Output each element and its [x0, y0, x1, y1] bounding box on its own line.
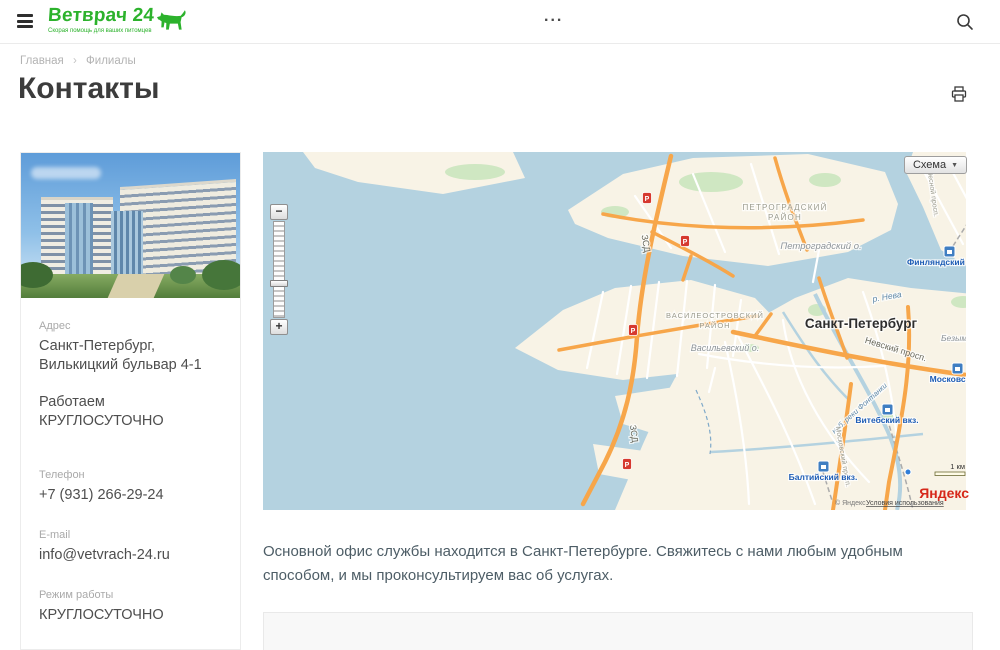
map-label-district2: ВАСИЛЕОСТРОВСКИЙ	[666, 311, 764, 320]
breadcrumb-separator: ›	[73, 55, 77, 67]
map-label-district1: ПЕТРОГРАДСКИЙ	[742, 203, 827, 212]
phone-value: +7 (931) 266-29-24	[39, 486, 222, 505]
breadcrumb: Главная › Филиалы	[20, 55, 136, 67]
header-more[interactable]: ...	[544, 8, 563, 26]
search-icon[interactable]	[956, 13, 974, 31]
dog-icon	[157, 9, 187, 33]
svg-text:Р: Р	[631, 328, 636, 335]
photo-building-mid	[111, 211, 143, 281]
svg-text:Р: Р	[625, 462, 630, 469]
phone-label: Телефон	[39, 469, 222, 481]
map-label-island2: Васильевский о.	[691, 343, 760, 353]
caret-down-icon: ▼	[951, 162, 958, 169]
address-line1: Санкт-Петербург,	[39, 337, 222, 356]
photo-tree	[202, 260, 240, 290]
map-label-island1: Петроградский о.	[780, 241, 861, 252]
svg-text:1 км: 1 км	[950, 462, 965, 471]
svg-text:© Яндекс: © Яндекс	[835, 499, 866, 507]
terms-link[interactable]: Условия использования	[866, 500, 944, 507]
zoom-out-button[interactable]: −	[270, 204, 288, 220]
schedule-label: Режим работы	[39, 589, 222, 601]
map-layer-button[interactable]: Схема ▼	[904, 156, 967, 174]
map-label-city: Санкт-Петербург	[805, 316, 918, 331]
map-station-baltiysky: Балтийский вкз.	[789, 472, 858, 482]
photo-building-glass	[65, 203, 93, 279]
email-value: info@vetvrach-24.ru	[39, 546, 222, 565]
logo-title: Ветврач 24	[47, 5, 155, 27]
logo[interactable]: Ветврач 24 Скорая помощь для ваших питом…	[48, 5, 187, 34]
page-title: Контакты	[18, 72, 159, 106]
yandex-map[interactable]: ПЕТРОГРАДСКИЙ РАЙОН Петроградский о. ВАС…	[263, 152, 973, 510]
map-label-district2b: РАЙОН	[699, 321, 730, 330]
map-edge-strip	[966, 152, 973, 510]
contacts-page: Ветврач 24 Скорая помощь для ваших питом…	[0, 0, 1000, 650]
worktime-line1: Работаем	[39, 393, 222, 412]
map-zoom-control: − +	[270, 204, 288, 335]
breadcrumb-current[interactable]: Филиалы	[86, 55, 136, 67]
zoom-slider[interactable]	[273, 221, 285, 318]
map-label-district1b: РАЙОН	[768, 213, 802, 222]
yandex-logo: Яндекс	[919, 485, 969, 501]
map-station-finlyandsky: Финляндский вкз.	[907, 257, 973, 267]
schedule-value: КРУГЛОСУТОЧНО	[39, 606, 222, 625]
photo-cloud	[31, 167, 101, 179]
map-canvas: ПЕТРОГРАДСКИЙ РАЙОН Петроградский о. ВАС…	[263, 152, 973, 510]
address-line2: Вилькицкий бульвар 4-1	[39, 356, 222, 375]
map-station-vitebsky: Витебский вкз.	[855, 415, 918, 425]
zoom-in-button[interactable]: +	[270, 319, 288, 335]
logo-tagline: Скорая помощь для ваших питомцев	[48, 28, 154, 34]
breadcrumb-home-link[interactable]: Главная	[20, 55, 64, 67]
building-photo	[21, 153, 240, 298]
intro-paragraph: Основной офис службы находится в Санкт-П…	[263, 540, 975, 588]
print-icon[interactable]	[951, 86, 967, 102]
email-label: E-mail	[39, 529, 222, 541]
map-attribution: © Яндекс Условия использования	[835, 499, 944, 507]
map-layer-label: Схема	[913, 159, 946, 171]
svg-text:Р: Р	[683, 239, 688, 246]
form-box	[263, 612, 973, 650]
header: Ветврач 24 Скорая помощь для ваших питом…	[0, 0, 1000, 44]
address-label: Адрес	[39, 320, 222, 332]
menu-icon[interactable]	[17, 14, 33, 28]
svg-text:Р: Р	[645, 196, 650, 203]
contact-card: Адрес Санкт-Петербург, Вилькицкий бульва…	[20, 152, 241, 650]
worktime-line2: КРУГЛОСУТОЧНО	[39, 412, 222, 431]
map-poi-dot	[905, 469, 911, 475]
zoom-slider-thumb[interactable]	[270, 280, 288, 287]
photo-tree	[170, 266, 196, 284]
contact-info: Адрес Санкт-Петербург, Вилькицкий бульва…	[21, 320, 240, 650]
